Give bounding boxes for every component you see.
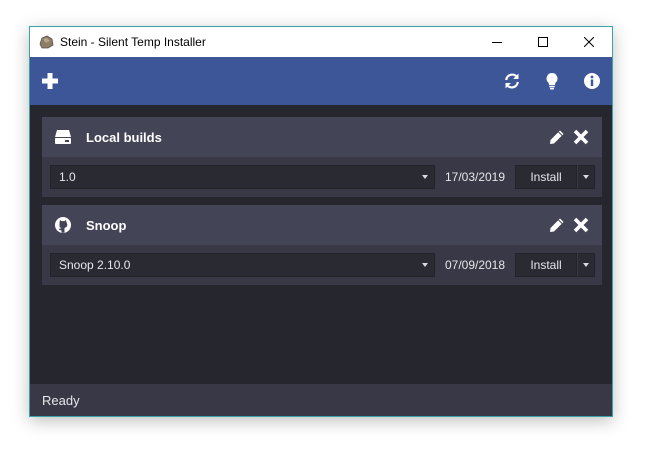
install-options-button[interactable]	[577, 165, 595, 189]
tips-button[interactable]	[540, 69, 564, 93]
pencil-icon	[550, 130, 564, 144]
install-button[interactable]: Install	[515, 253, 577, 277]
edit-source-button[interactable]	[547, 215, 567, 235]
hard-drive-icon	[53, 127, 73, 147]
source-card-snoop: Snoop Snoop 2.10.0 07/09/2018 Install	[42, 205, 602, 285]
pencil-icon	[550, 218, 564, 232]
install-button[interactable]: Install	[515, 165, 577, 189]
stone-app-icon	[39, 35, 54, 49]
chevron-down-icon	[422, 263, 428, 267]
version-dropdown[interactable]: 1.0	[50, 165, 435, 189]
maximize-icon	[538, 37, 548, 47]
title-bar[interactable]: Stein - Silent Temp Installer	[30, 27, 612, 57]
github-icon	[53, 215, 73, 235]
maximize-button[interactable]	[520, 27, 566, 57]
remove-source-button[interactable]	[571, 215, 591, 235]
status-text: Ready	[42, 392, 80, 408]
source-card-row: 1.0 17/03/2019 Install	[42, 157, 602, 197]
close-icon	[573, 217, 589, 233]
info-icon	[584, 73, 600, 89]
minimize-icon	[492, 42, 502, 43]
edit-source-button[interactable]	[547, 127, 567, 147]
install-split-button: Install	[515, 165, 595, 189]
release-date: 07/09/2018	[444, 258, 506, 272]
window-title: Stein - Silent Temp Installer	[60, 35, 206, 49]
refresh-button[interactable]	[500, 69, 524, 93]
plus-icon	[42, 73, 58, 89]
install-options-button[interactable]	[577, 253, 595, 277]
close-window-button[interactable]	[566, 27, 612, 57]
source-card-header: Local builds	[42, 117, 602, 157]
chevron-down-icon	[422, 175, 428, 179]
status-bar: Ready	[30, 384, 612, 416]
install-split-button: Install	[515, 253, 595, 277]
add-source-button[interactable]	[38, 69, 62, 93]
sources-list: Local builds 1.0 17/03/2019 Install Snoo…	[30, 105, 612, 384]
minimize-button[interactable]	[474, 27, 520, 57]
source-card-local-builds: Local builds 1.0 17/03/2019 Install	[42, 117, 602, 197]
close-icon	[584, 37, 594, 47]
source-card-header: Snoop	[42, 205, 602, 245]
toolbar	[30, 57, 612, 105]
refresh-icon	[505, 73, 519, 89]
chevron-down-icon	[583, 263, 589, 267]
chevron-down-icon	[583, 175, 589, 179]
source-name: Local builds	[86, 129, 162, 145]
info-button[interactable]	[580, 69, 604, 93]
close-icon	[573, 129, 589, 145]
source-name: Snoop	[86, 217, 127, 233]
selected-version: 1.0	[59, 170, 76, 184]
app-window: Stein - Silent Temp Installer Local buil…	[29, 26, 613, 417]
source-card-row: Snoop 2.10.0 07/09/2018 Install	[42, 245, 602, 285]
remove-source-button[interactable]	[571, 127, 591, 147]
lightbulb-icon	[546, 73, 558, 90]
selected-version: Snoop 2.10.0	[59, 258, 131, 272]
release-date: 17/03/2019	[444, 170, 506, 184]
version-dropdown[interactable]: Snoop 2.10.0	[50, 253, 435, 277]
